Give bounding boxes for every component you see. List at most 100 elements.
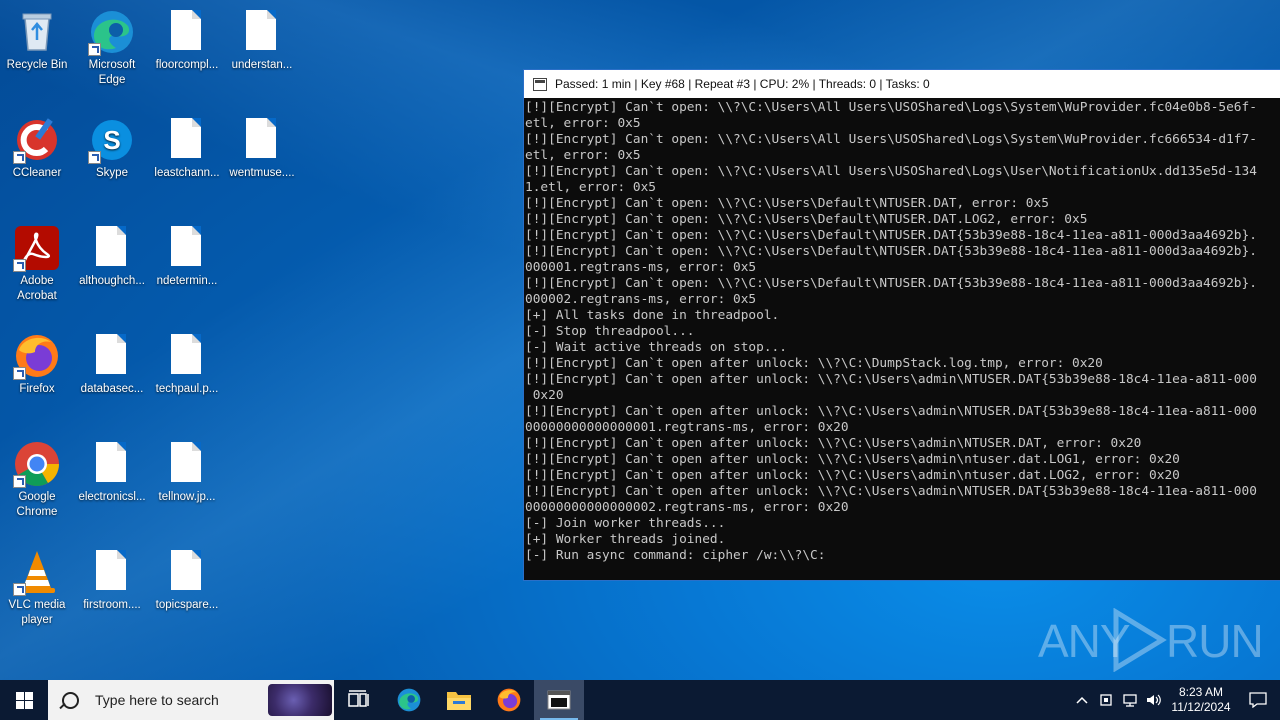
icon-label: databasec...: [80, 383, 144, 395]
file-icon: [171, 334, 201, 374]
icon-label: leastchann...: [154, 167, 220, 179]
svg-text:S: S: [103, 125, 120, 155]
taskbar-file-explorer-button[interactable]: [434, 680, 484, 720]
console-line: [-] Stop threadpool...: [525, 324, 695, 339]
desktop-icon-file[interactable]: understan...: [225, 8, 299, 73]
icon-label: electronicsl...: [78, 491, 146, 503]
file-icon: [96, 226, 126, 266]
ccleaner-icon: [13, 116, 61, 164]
console-title: Passed: 1 min | Key #68 | Repeat #3 | CP…: [555, 77, 930, 91]
desktop-icon-recycle-bin[interactable]: Recycle Bin: [0, 8, 74, 73]
shortcut-arrow-icon: [13, 583, 26, 596]
desktop-icon-firefox[interactable]: Firefox: [0, 332, 74, 397]
vlc-icon: [13, 548, 61, 596]
anyrun-watermark: ANY RUN: [1038, 606, 1264, 676]
icon-label: wentmuse....: [229, 167, 295, 179]
file-icon: [171, 226, 201, 266]
taskbar-firefox-button[interactable]: [484, 680, 534, 720]
console-line: [!][Encrypt] Can`t open: \\?\C:\Users\Al…: [525, 164, 1257, 179]
icon-label: Adobe Acrobat: [17, 275, 57, 302]
desktop-icon-file[interactable]: topicspare...: [150, 548, 224, 613]
desktop-icon-file[interactable]: wentmuse....: [225, 116, 299, 181]
icon-label: Recycle Bin: [6, 59, 68, 71]
console-line: [!][Encrypt] Can`t open: \\?\C:\Users\Al…: [525, 100, 1257, 115]
desktop-icon-file[interactable]: leastchann...: [150, 116, 224, 181]
file-icon: [171, 550, 201, 590]
console-app-icon: [533, 77, 547, 91]
volume-icon: [1147, 694, 1161, 706]
desktop-icon-file[interactable]: techpaul.p...: [150, 332, 224, 397]
icon-label: ndetermin...: [156, 275, 218, 287]
icon-label: Microsoft Edge: [88, 59, 136, 86]
desktop-icon-file[interactable]: databasec...: [75, 332, 149, 397]
console-line: [!][Encrypt] Can`t open after unlock: \\…: [525, 436, 1142, 451]
desktop-icon-ccleaner[interactable]: CCleaner: [0, 116, 74, 181]
desktop-icon-google-chrome[interactable]: Google Chrome: [0, 440, 74, 520]
desktop-icon-file[interactable]: ndetermin...: [150, 224, 224, 289]
console-line: [!][Encrypt] Can`t open: \\?\C:\Users\De…: [525, 212, 1088, 227]
edge-icon: [88, 8, 136, 56]
console-window[interactable]: Passed: 1 min | Key #68 | Repeat #3 | CP…: [523, 69, 1280, 581]
console-line: 00000000000000002.regtrans-ms, error: 0x…: [525, 500, 849, 515]
console-line: etl, error: 0x5: [525, 148, 641, 163]
system-tray: 8:23 AM 11/12/2024: [1070, 680, 1280, 720]
tray-volume-button[interactable]: [1142, 680, 1166, 720]
desktop-icon-file[interactable]: floorcompl...: [150, 8, 224, 73]
task-view-button[interactable]: [334, 680, 384, 720]
desktop-icon-adobe-acrobat[interactable]: Adobe Acrobat: [0, 224, 74, 304]
desktop-icon-file[interactable]: tellnow.jp...: [150, 440, 224, 505]
shortcut-arrow-icon: [13, 259, 26, 272]
action-center-button[interactable]: [1236, 680, 1280, 720]
recycle-bin-icon: [13, 8, 61, 56]
desktop-icon-file[interactable]: althoughch...: [75, 224, 149, 289]
console-line: 000002.regtrans-ms, error: 0x5: [525, 292, 757, 307]
tray-network-button[interactable]: [1118, 680, 1142, 720]
file-icon: [96, 334, 126, 374]
search-placeholder: Type here to search: [95, 692, 219, 708]
console-line: [!][Encrypt] Can`t open: \\?\C:\Users\De…: [525, 196, 1049, 211]
console-line: 1.etl, error: 0x5: [525, 180, 656, 195]
desktop-icon-microsoft-edge[interactable]: Microsoft Edge: [75, 8, 149, 88]
icon-label: topicspare...: [155, 599, 219, 611]
chevron-up-icon: [1076, 696, 1088, 704]
start-button[interactable]: [0, 680, 48, 720]
search-icon: [62, 691, 79, 709]
edge-icon: [397, 688, 421, 712]
console-titlebar[interactable]: Passed: 1 min | Key #68 | Repeat #3 | CP…: [524, 70, 1280, 98]
file-icon: [171, 442, 201, 482]
desktop-icon-file[interactable]: electronicsl...: [75, 440, 149, 505]
icon-label: Skype: [96, 167, 128, 179]
desktop-icon-vlc[interactable]: VLC media player: [0, 548, 74, 628]
taskbar-search-box[interactable]: Type here to search: [48, 680, 334, 720]
console-line: [!][Encrypt] Can`t open after unlock: \\…: [525, 372, 1257, 387]
console-line: [!][Encrypt] Can`t open after unlock: \\…: [525, 452, 1180, 467]
clock-time: 8:23 AM: [1178, 685, 1224, 699]
show-hidden-icons-button[interactable]: [1070, 680, 1094, 720]
console-line: [!][Encrypt] Can`t open: \\?\C:\Users\De…: [525, 228, 1257, 243]
file-icon: [96, 442, 126, 482]
console-line: 00000000000000001.regtrans-ms, error: 0x…: [525, 420, 849, 435]
console-line: 000001.regtrans-ms, error: 0x5: [525, 260, 757, 275]
file-icon: [171, 10, 201, 50]
taskbar: Type here to search 8:23 AM 11/12/2024: [0, 680, 1280, 720]
icon-label: understan...: [231, 59, 293, 71]
taskbar-edge-button[interactable]: [384, 680, 434, 720]
console-line: [!][Encrypt] Can`t open: \\?\C:\Users\Al…: [525, 132, 1257, 147]
firefox-icon: [497, 688, 521, 712]
desktop-icon-skype[interactable]: S Skype: [75, 116, 149, 181]
taskbar-clock[interactable]: 8:23 AM 11/12/2024: [1166, 685, 1236, 715]
icon-label: CCleaner: [12, 167, 62, 179]
console-line: [!][Encrypt] Can`t open after unlock: \\…: [525, 404, 1257, 419]
shortcut-arrow-icon: [88, 43, 101, 56]
console-line: [-] Wait active threads on stop...: [525, 340, 787, 355]
tray-device-button[interactable]: [1094, 680, 1118, 720]
desktop-icon-file[interactable]: firstroom....: [75, 548, 149, 613]
taskbar-console-button[interactable]: [534, 680, 584, 720]
acrobat-icon: [13, 224, 61, 272]
console-line: 0x20: [525, 388, 564, 403]
search-highlight-image: [268, 684, 332, 716]
file-icon: [171, 118, 201, 158]
console-output[interactable]: [!][Encrypt] Can`t open: \\?\C:\Users\Al…: [524, 98, 1280, 564]
icon-label: tellnow.jp...: [158, 491, 216, 503]
notification-icon: [1249, 692, 1267, 708]
